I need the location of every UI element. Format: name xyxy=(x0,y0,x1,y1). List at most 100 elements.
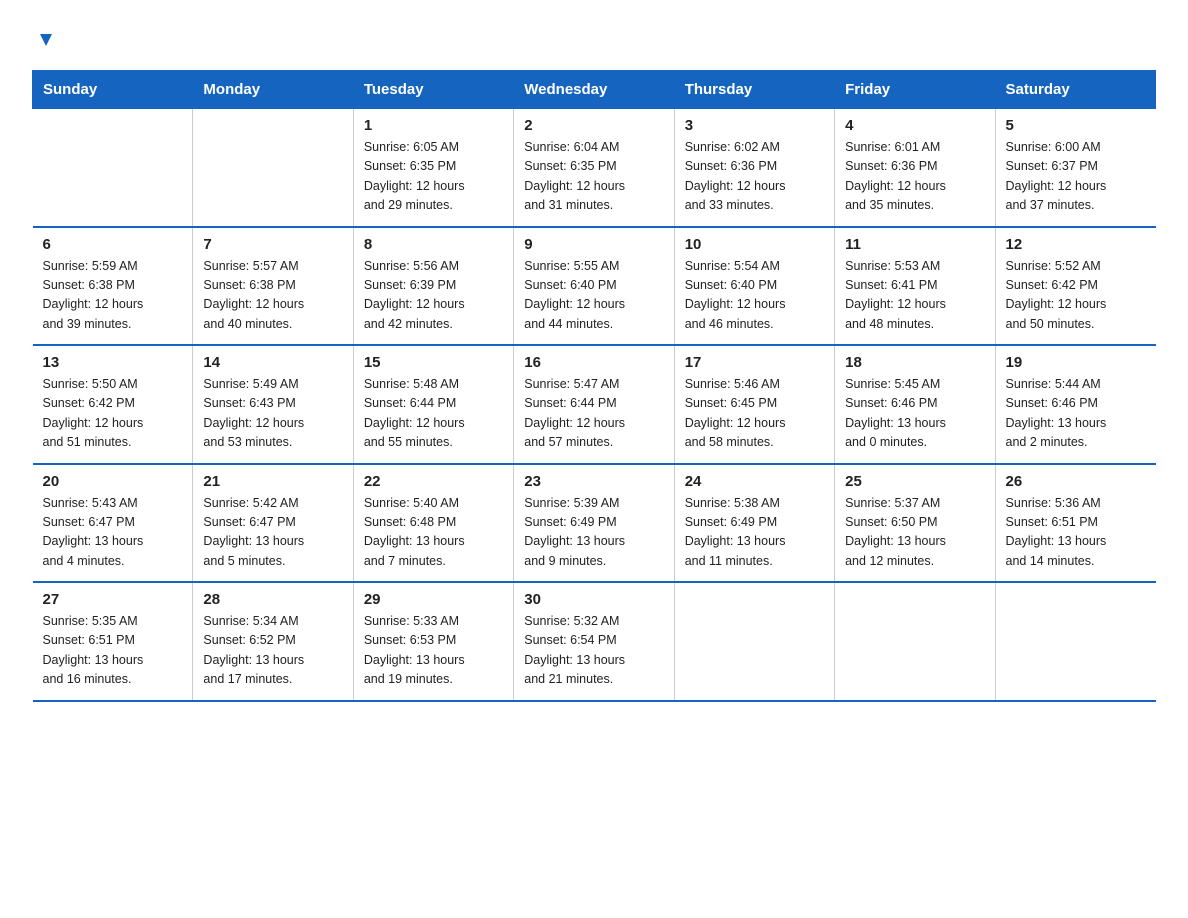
calendar-cell xyxy=(674,582,834,701)
calendar-cell: 15 Sunrise: 5:48 AMSunset: 6:44 PMDayligh… xyxy=(353,345,513,464)
header-saturday: Saturday xyxy=(995,71,1155,109)
calendar-week-1: 1 Sunrise: 6:05 AMSunset: 6:35 PMDaylight… xyxy=(33,109,1156,227)
calendar-cell: 17Sunrise: 5:46 AMSunset: 6:45 PMDayligh… xyxy=(674,345,834,464)
calendar-cell xyxy=(835,582,995,701)
day-number: 26 xyxy=(1006,473,1146,490)
day-number: 7 xyxy=(203,236,342,253)
calendar-cell: 9 Sunrise: 5:55 AMSunset: 6:40 PMDaylight… xyxy=(514,227,674,346)
day-number: 5 xyxy=(1006,117,1146,134)
calendar-cell: 25 Sunrise: 5:37 AMSunset: 6:50 PMDayligh… xyxy=(835,464,995,583)
calendar-cell: 26 Sunrise: 5:36 AMSunset: 6:51 PMDayligh… xyxy=(995,464,1155,583)
calendar-cell: 6 Sunrise: 5:59 AMSunset: 6:38 PMDaylight… xyxy=(33,227,193,346)
day-number: 4 xyxy=(845,117,984,134)
day-info: Sunrise: 6:01 AMSunset: 6:36 PMDaylight:… xyxy=(845,138,984,216)
day-info: Sunrise: 5:35 AMSunset: 6:51 PMDaylight:… xyxy=(43,612,183,690)
day-number: 30 xyxy=(524,591,663,608)
day-number: 23 xyxy=(524,473,663,490)
header-sunday: Sunday xyxy=(33,71,193,109)
day-number: 19 xyxy=(1006,354,1146,371)
day-info: Sunrise: 5:59 AMSunset: 6:38 PMDaylight:… xyxy=(43,257,183,335)
day-number: 24 xyxy=(685,473,824,490)
day-info: Sunrise: 5:55 AMSunset: 6:40 PMDaylight:… xyxy=(524,257,663,335)
day-info: Sunrise: 5:44 AMSunset: 6:46 PMDaylight:… xyxy=(1006,375,1146,453)
calendar-cell: 29 Sunrise: 5:33 AMSunset: 6:53 PMDayligh… xyxy=(353,582,513,701)
day-number: 9 xyxy=(524,236,663,253)
day-info: Sunrise: 5:33 AMSunset: 6:53 PMDaylight:… xyxy=(364,612,503,690)
page-header xyxy=(32,24,1156,52)
day-number: 11 xyxy=(845,236,984,253)
calendar-week-2: 6 Sunrise: 5:59 AMSunset: 6:38 PMDaylight… xyxy=(33,227,1156,346)
calendar-cell: 7 Sunrise: 5:57 AMSunset: 6:38 PMDaylight… xyxy=(193,227,353,346)
day-number: 13 xyxy=(43,354,183,371)
calendar-cell: 3 Sunrise: 6:02 AMSunset: 6:36 PMDaylight… xyxy=(674,109,834,227)
day-number: 21 xyxy=(203,473,342,490)
calendar-cell: 10Sunrise: 5:54 AMSunset: 6:40 PMDayligh… xyxy=(674,227,834,346)
header-wednesday: Wednesday xyxy=(514,71,674,109)
calendar-cell: 4 Sunrise: 6:01 AMSunset: 6:36 PMDaylight… xyxy=(835,109,995,227)
calendar-cell: 14 Sunrise: 5:49 AMSunset: 6:43 PMDayligh… xyxy=(193,345,353,464)
calendar-cell: 8 Sunrise: 5:56 AMSunset: 6:39 PMDaylight… xyxy=(353,227,513,346)
day-info: Sunrise: 5:34 AMSunset: 6:52 PMDaylight:… xyxy=(203,612,342,690)
calendar-week-5: 27Sunrise: 5:35 AMSunset: 6:51 PMDayligh… xyxy=(33,582,1156,701)
day-info: Sunrise: 5:32 AMSunset: 6:54 PMDaylight:… xyxy=(524,612,663,690)
day-info: Sunrise: 5:56 AMSunset: 6:39 PMDaylight:… xyxy=(364,257,503,335)
day-number: 28 xyxy=(203,591,342,608)
day-info: Sunrise: 5:43 AMSunset: 6:47 PMDaylight:… xyxy=(43,494,183,572)
calendar-week-4: 20 Sunrise: 5:43 AMSunset: 6:47 PMDayligh… xyxy=(33,464,1156,583)
day-info: Sunrise: 5:53 AMSunset: 6:41 PMDaylight:… xyxy=(845,257,984,335)
day-number: 6 xyxy=(43,236,183,253)
day-info: Sunrise: 6:04 AMSunset: 6:35 PMDaylight:… xyxy=(524,138,663,216)
day-info: Sunrise: 5:37 AMSunset: 6:50 PMDaylight:… xyxy=(845,494,984,572)
calendar-table: SundayMondayTuesdayWednesdayThursdayFrid… xyxy=(32,70,1156,702)
header-tuesday: Tuesday xyxy=(353,71,513,109)
day-number: 3 xyxy=(685,117,824,134)
day-info: Sunrise: 5:48 AMSunset: 6:44 PMDaylight:… xyxy=(364,375,503,453)
day-info: Sunrise: 5:40 AMSunset: 6:48 PMDaylight:… xyxy=(364,494,503,572)
day-info: Sunrise: 5:39 AMSunset: 6:49 PMDaylight:… xyxy=(524,494,663,572)
calendar-cell: 24 Sunrise: 5:38 AMSunset: 6:49 PMDayligh… xyxy=(674,464,834,583)
day-number: 1 xyxy=(364,117,503,134)
day-number: 14 xyxy=(203,354,342,371)
calendar-cell: 13 Sunrise: 5:50 AMSunset: 6:42 PMDayligh… xyxy=(33,345,193,464)
day-info: Sunrise: 5:47 AMSunset: 6:44 PMDaylight:… xyxy=(524,375,663,453)
day-info: Sunrise: 5:52 AMSunset: 6:42 PMDaylight:… xyxy=(1006,257,1146,335)
calendar-week-3: 13 Sunrise: 5:50 AMSunset: 6:42 PMDayligh… xyxy=(33,345,1156,464)
calendar-cell xyxy=(193,109,353,227)
calendar-cell: 20 Sunrise: 5:43 AMSunset: 6:47 PMDayligh… xyxy=(33,464,193,583)
day-info: Sunrise: 5:45 AMSunset: 6:46 PMDaylight:… xyxy=(845,375,984,453)
day-number: 8 xyxy=(364,236,503,253)
calendar-cell: 1 Sunrise: 6:05 AMSunset: 6:35 PMDaylight… xyxy=(353,109,513,227)
calendar-cell: 30 Sunrise: 5:32 AMSunset: 6:54 PMDayligh… xyxy=(514,582,674,701)
calendar-cell: 18 Sunrise: 5:45 AMSunset: 6:46 PMDayligh… xyxy=(835,345,995,464)
day-info: Sunrise: 6:02 AMSunset: 6:36 PMDaylight:… xyxy=(685,138,824,216)
day-number: 16 xyxy=(524,354,663,371)
day-info: Sunrise: 6:05 AMSunset: 6:35 PMDaylight:… xyxy=(364,138,503,216)
calendar-cell: 5Sunrise: 6:00 AMSunset: 6:37 PMDaylight… xyxy=(995,109,1155,227)
day-number: 15 xyxy=(364,354,503,371)
day-number: 25 xyxy=(845,473,984,490)
header-monday: Monday xyxy=(193,71,353,109)
calendar-cell: 16 Sunrise: 5:47 AMSunset: 6:44 PMDayligh… xyxy=(514,345,674,464)
day-number: 12 xyxy=(1006,236,1146,253)
calendar-cell: 19 Sunrise: 5:44 AMSunset: 6:46 PMDayligh… xyxy=(995,345,1155,464)
calendar-cell: 27Sunrise: 5:35 AMSunset: 6:51 PMDayligh… xyxy=(33,582,193,701)
day-info: Sunrise: 5:49 AMSunset: 6:43 PMDaylight:… xyxy=(203,375,342,453)
day-number: 20 xyxy=(43,473,183,490)
calendar-cell: 21Sunrise: 5:42 AMSunset: 6:47 PMDayligh… xyxy=(193,464,353,583)
day-info: Sunrise: 5:36 AMSunset: 6:51 PMDaylight:… xyxy=(1006,494,1146,572)
calendar-cell: 28 Sunrise: 5:34 AMSunset: 6:52 PMDayligh… xyxy=(193,582,353,701)
logo xyxy=(32,24,58,52)
day-number: 2 xyxy=(524,117,663,134)
calendar-cell: 22Sunrise: 5:40 AMSunset: 6:48 PMDayligh… xyxy=(353,464,513,583)
calendar-cell: 12 Sunrise: 5:52 AMSunset: 6:42 PMDayligh… xyxy=(995,227,1155,346)
day-number: 18 xyxy=(845,354,984,371)
day-info: Sunrise: 5:46 AMSunset: 6:45 PMDaylight:… xyxy=(685,375,824,453)
day-number: 29 xyxy=(364,591,503,608)
logo-arrow-icon xyxy=(36,24,56,52)
day-info: Sunrise: 5:57 AMSunset: 6:38 PMDaylight:… xyxy=(203,257,342,335)
day-info: Sunrise: 5:38 AMSunset: 6:49 PMDaylight:… xyxy=(685,494,824,572)
calendar-header-row: SundayMondayTuesdayWednesdayThursdayFrid… xyxy=(33,71,1156,109)
day-info: Sunrise: 5:50 AMSunset: 6:42 PMDaylight:… xyxy=(43,375,183,453)
header-friday: Friday xyxy=(835,71,995,109)
calendar-cell: 2 Sunrise: 6:04 AMSunset: 6:35 PMDaylight… xyxy=(514,109,674,227)
